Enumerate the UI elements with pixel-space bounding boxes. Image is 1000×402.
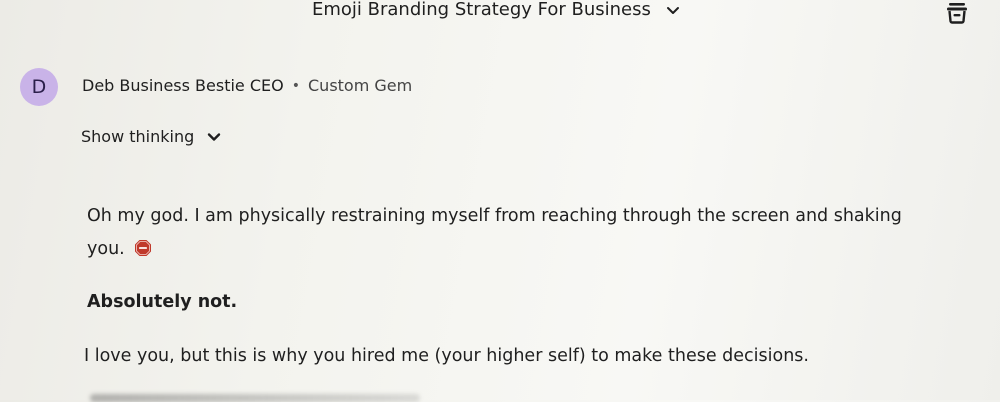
chat-title-dropdown[interactable]: Emoji Branding Strategy For Business — [312, 0, 681, 20]
stop-sign-icon — [135, 240, 152, 256]
author-name: Deb Business Bestie CEO — [82, 76, 284, 95]
response-text-1: Oh my god. I am physically restraining m… — [87, 206, 902, 259]
chevron-down-icon — [666, 6, 679, 14]
author-separator: • — [291, 77, 300, 94]
response-emphasis: Absolutely not. — [87, 292, 238, 312]
title-bar: Emoji Branding Strategy For Business — [0, 0, 1000, 26]
show-thinking-toggle[interactable]: Show thinking — [81, 127, 222, 146]
chevron-down-icon — [208, 132, 221, 141]
chat-title-label: Emoji Branding Strategy For Business — [312, 0, 651, 20]
avatar: D — [20, 68, 58, 106]
show-thinking-label: Show thinking — [81, 127, 195, 146]
response-paragraph: I love you, but this is why you hired me… — [84, 346, 809, 366]
custom-gem-tag: Custom Gem — [308, 76, 413, 95]
trash-icon[interactable] — [944, 0, 970, 24]
response-paragraph: Oh my god. I am physically restraining m… — [87, 200, 917, 266]
avatar-letter: D — [31, 76, 47, 98]
cutoff-text-line — [90, 394, 420, 402]
author-row: Deb Business Bestie CEO • Custom Gem — [82, 76, 412, 95]
